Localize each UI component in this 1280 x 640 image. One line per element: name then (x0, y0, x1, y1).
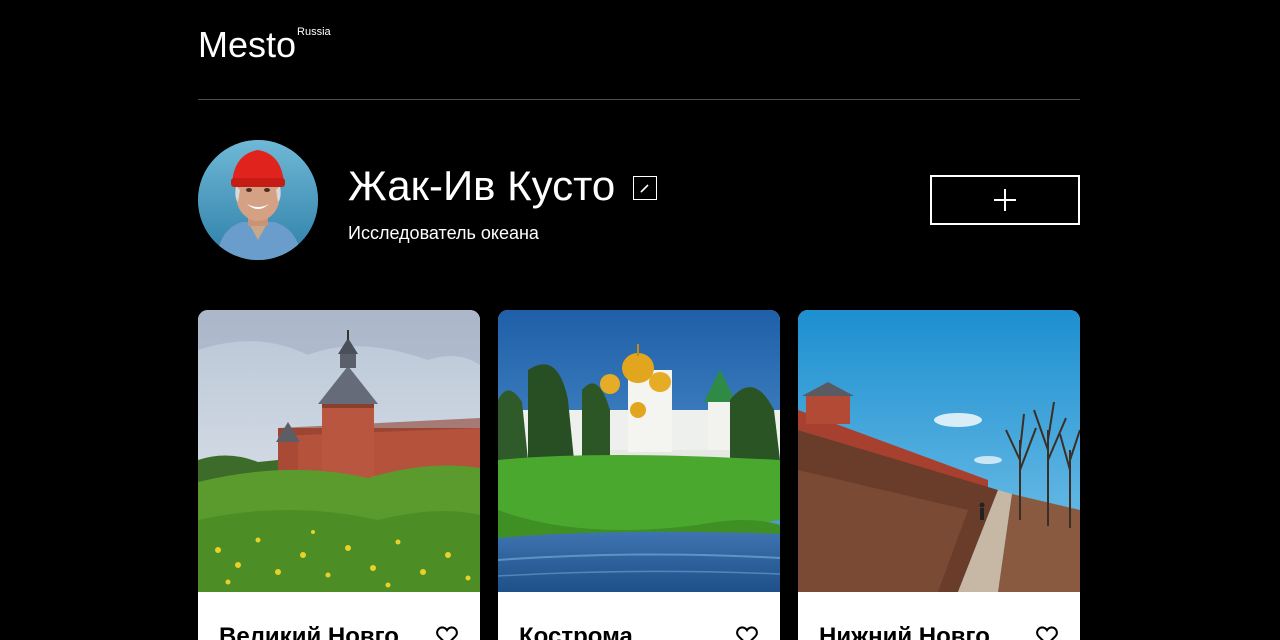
avatar-image (198, 140, 318, 260)
profile-name: Жак-Ив Кусто (348, 162, 616, 209)
logo[interactable]: Mesto Russia (198, 24, 331, 66)
logo-word: Mesto (198, 24, 297, 65)
profile: Жак-Ив Кусто Исследователь океана (198, 140, 1080, 260)
profile-about: Исследователь океана (348, 223, 539, 243)
card: Кострома (498, 310, 780, 640)
card-image[interactable] (798, 310, 1080, 592)
profile-info: Жак-Ив Кусто Исследователь океана (348, 158, 658, 244)
like-button[interactable] (735, 626, 759, 640)
card-image[interactable] (198, 310, 480, 592)
card-title: Кострома (519, 623, 633, 640)
heart-outline-icon (436, 626, 458, 640)
card-title: Великий Новгород (219, 623, 424, 640)
page: Mesto Russia Жак-Ив Кусто Исследователь … (0, 0, 1280, 640)
card-footer: Нижний Новгород (798, 592, 1080, 640)
pencil-icon (640, 184, 649, 193)
like-button[interactable] (435, 626, 459, 640)
card-image[interactable] (498, 310, 780, 592)
profile-avatar[interactable] (198, 140, 318, 260)
card: Великий Новгород (198, 310, 480, 640)
heart-outline-icon (736, 626, 758, 640)
like-button[interactable] (1035, 626, 1059, 640)
cards-grid: Великий Новгород Кострома Нижний Новгоро… (198, 310, 1080, 640)
profile-name-row: Жак-Ив Кусто (348, 158, 658, 214)
card-title: Нижний Новгород (819, 623, 1024, 640)
edit-profile-button[interactable] (633, 176, 658, 200)
card: Нижний Новгород (798, 310, 1080, 640)
header: Mesto Russia (198, 0, 1080, 100)
add-card-button[interactable] (930, 175, 1080, 225)
plus-icon (994, 189, 1016, 211)
heart-outline-icon (1036, 626, 1058, 640)
card-footer: Кострома (498, 592, 780, 640)
logo-region: Russia (297, 26, 331, 38)
card-footer: Великий Новгород (198, 592, 480, 640)
